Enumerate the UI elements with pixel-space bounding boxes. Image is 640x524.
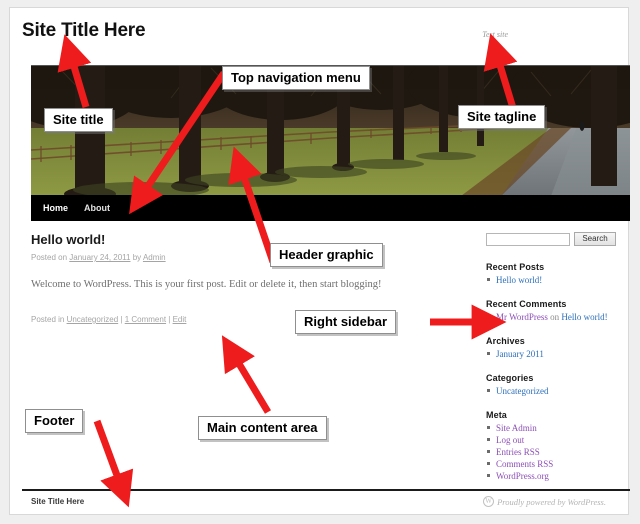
widget-list: Site Admin Log out Entries RSS Comments … — [486, 422, 630, 482]
widget-meta: Meta Site Admin Log out Entries RSS Comm… — [486, 410, 630, 482]
site-tagline: Test site — [482, 30, 508, 39]
list-item: Comments RSS — [486, 458, 630, 470]
annotation-site-title: Site title — [44, 108, 113, 132]
recent-post-link[interactable]: Hello world! — [496, 275, 542, 285]
meta-link-entries-rss[interactable]: Entries RSS — [496, 447, 540, 457]
annotation-main-content: Main content area — [198, 416, 327, 440]
annotation-footer: Footer — [25, 409, 84, 433]
top-navigation-menu[interactable]: Home About — [31, 195, 630, 221]
meta-link-site-admin[interactable]: Site Admin — [496, 423, 537, 433]
site-header: Site Title Here Test site — [22, 20, 618, 42]
list-item: Hello world! — [486, 274, 630, 286]
widget-title: Archives — [486, 336, 525, 346]
meta-link-log-out[interactable]: Log out — [496, 435, 524, 445]
widget-title: Meta — [486, 410, 507, 420]
annotation-header-graphic: Header graphic — [270, 243, 383, 267]
list-item: Entries RSS — [486, 446, 630, 458]
widget-title: Recent Comments — [486, 299, 567, 309]
list-item: Mr WordPress on Hello world! — [486, 311, 630, 323]
widget-recent-comments: Recent Comments Mr WordPress on Hello wo… — [486, 299, 630, 323]
site-title[interactable]: Site Title Here — [22, 20, 146, 42]
footer-divider — [22, 489, 630, 491]
search-button[interactable]: Search — [574, 232, 616, 246]
widget-recent-posts: Recent Posts Hello world! — [486, 262, 630, 286]
list-item: January 2011 — [486, 348, 630, 360]
widget-archives: Archives January 2011 — [486, 336, 630, 360]
nav-item-about[interactable]: About — [84, 203, 110, 213]
category-link[interactable]: Uncategorized — [496, 386, 548, 396]
comment-target-link[interactable]: Hello world! — [561, 312, 607, 322]
post-comments-link[interactable]: 1 Comment — [125, 315, 166, 324]
post-meta-prefix: Posted on — [31, 253, 70, 262]
footer-site-title[interactable]: Site Title Here — [31, 497, 84, 506]
widget-categories: Categories Uncategorized — [486, 373, 630, 397]
screenshot-root: Site Title Here Test site Home About Hel… — [0, 0, 640, 524]
post-body: Welcome to WordPress. This is your first… — [31, 279, 382, 290]
right-sidebar: Search Recent Posts Hello world! Recent … — [486, 232, 630, 495]
list-item: Log out — [486, 434, 630, 446]
annotation-right-sidebar: Right sidebar — [295, 310, 397, 334]
list-item: Uncategorized — [486, 385, 630, 397]
wordpress-logo-icon: W — [483, 496, 495, 507]
post-footer-meta: Posted in Uncategorized | 1 Comment | Ed… — [31, 314, 461, 325]
comment-author-link[interactable]: Mr WordPress — [496, 312, 548, 322]
list-item: WordPress.org — [486, 470, 630, 482]
widget-list: Mr WordPress on Hello world! — [486, 311, 630, 323]
post-meta-by: by — [130, 253, 143, 262]
search-input[interactable] — [486, 232, 570, 246]
post-meta: Posted on January 24, 2011 by Admin — [31, 252, 461, 263]
widget-list: January 2011 — [486, 348, 630, 360]
meta-link-comments-rss[interactable]: Comments RSS — [496, 459, 553, 469]
annotation-site-tagline: Site tagline — [458, 105, 546, 129]
nav-item-home[interactable]: Home — [43, 203, 68, 213]
post-category-link[interactable]: Uncategorized — [67, 315, 119, 324]
footer-credit: W Proudly powered by WordPress. — [483, 496, 606, 507]
widget-list: Hello world! — [486, 274, 630, 286]
comment-connector: on — [547, 312, 562, 322]
post-title[interactable]: Hello world! — [31, 232, 461, 247]
main-content-area: Hello world! Posted on January 24, 2011 … — [31, 232, 461, 325]
post-edit-link[interactable]: Edit — [173, 315, 187, 324]
widget-title: Recent Posts — [486, 262, 545, 272]
footer-credit-text[interactable]: Proudly powered by WordPress. — [497, 497, 606, 507]
posted-in-prefix: Posted in — [31, 315, 67, 324]
widget-list: Uncategorized — [486, 385, 630, 397]
post-author-link[interactable]: Admin — [143, 253, 166, 262]
annotation-top-nav: Top navigation menu — [222, 66, 370, 90]
search-form: Search — [486, 232, 630, 246]
archive-link[interactable]: January 2011 — [496, 349, 544, 359]
list-item: Site Admin — [486, 422, 630, 434]
meta-link-wordpress-org[interactable]: WordPress.org — [496, 471, 549, 481]
post-date-link[interactable]: January 24, 2011 — [69, 253, 130, 262]
widget-title: Categories — [486, 373, 534, 383]
